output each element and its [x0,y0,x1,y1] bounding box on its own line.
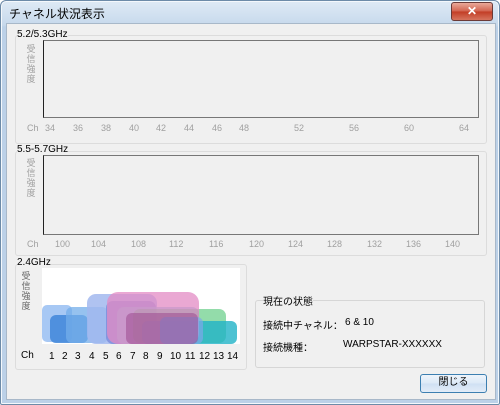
band55-tick-120: 120 [249,239,265,249]
band24-tick-14: 14 [227,351,239,362]
channel-label: 接続中チャネル： [263,321,343,332]
band24-tick-2: 2 [62,351,68,362]
band52-tick-46: 46 [212,123,223,133]
band55-tick-140: 140 [445,239,461,249]
band24-tick-13: 13 [213,351,225,362]
band52-tick-34: 34 [45,123,56,133]
band24-ylabel: 受信強度 [21,271,31,311]
band55-tick-128: 128 [327,239,343,249]
channel-value: 6 & 10 [345,317,374,328]
device-value: WARPSTAR-XXXXXX [343,339,442,350]
band52-ch-label: Ch [27,123,39,133]
band24-tick-5: 5 [103,351,109,362]
band52-ylabel: 受信強度 [26,44,36,84]
band24-ylabel-text: 受信強度 [21,271,31,311]
band24-signal-graph [42,292,237,344]
band24-tick-7: 7 [130,351,136,362]
band55-tick-124: 124 [288,239,304,249]
device-label: 接続機種： [263,343,313,354]
band55-tick-136: 136 [406,239,422,249]
band24-label: 2.4GHz [17,257,51,268]
band52-plot [43,40,479,118]
band24-tick-6: 6 [116,351,122,362]
band52-tick-64: 64 [459,123,470,133]
band52-tick-60: 60 [404,123,415,133]
band24-tick-12: 12 [199,351,211,362]
band52-tick-48: 48 [239,123,250,133]
band52-label: 5.2/5.3GHz [17,29,68,40]
signal-blob-11 [126,313,198,344]
band24-chart [42,268,240,344]
band24-tick-4: 4 [89,351,95,362]
band24-tick-10: 10 [170,351,182,362]
band55-tick-104: 104 [91,239,107,249]
close-button[interactable]: 閉じる [420,374,487,393]
band55-tick-132: 132 [367,239,383,249]
band55-tick-116: 116 [209,239,224,249]
band24-tick-8: 8 [143,351,149,362]
band55-label: 5.5-5.7GHz [17,144,69,155]
band55-tick-112: 112 [169,239,184,249]
band55-ch-label: Ch [27,239,39,249]
band24-tick-1: 1 [49,351,55,362]
window-title: チャネル状況表示 [9,7,105,21]
channel-status-window: チャネル状況表示 ✕ 5.2/5.3GHz 受信強度 Ch 34 36 38 40 42… [0,0,500,405]
band55-tick-108: 108 [131,239,147,249]
band52-tick-56: 56 [349,123,360,133]
band52-tick-38: 38 [101,123,112,133]
band52-tick-36: 36 [73,123,84,133]
band52-ylabel-text: 受信強度 [26,44,36,84]
band55-ylabel: 受信強度 [26,158,36,198]
band55-ylabel-text: 受信強度 [26,158,36,198]
band52-tick-44: 44 [184,123,195,133]
title-bar: チャネル状況表示 ✕ [1,1,499,25]
band24-tick-3: 3 [75,351,81,362]
band55-tick-100: 100 [55,239,71,249]
client-area: 5.2/5.3GHz 受信強度 Ch 34 36 38 40 42 44 46 48 52 56 6… [6,23,496,400]
band24-tick-11: 11 [185,351,196,362]
band24-tick-9: 9 [157,351,163,362]
band52-tick-52: 52 [294,123,305,133]
band24-ch-label: Ch [21,350,34,361]
status-group [255,300,485,368]
title-close-button[interactable]: ✕ [451,2,493,21]
band52-tick-42: 42 [156,123,167,133]
band52-tick-40: 40 [129,123,140,133]
status-title: 現在の状態 [263,293,313,308]
band55-plot [43,155,479,235]
